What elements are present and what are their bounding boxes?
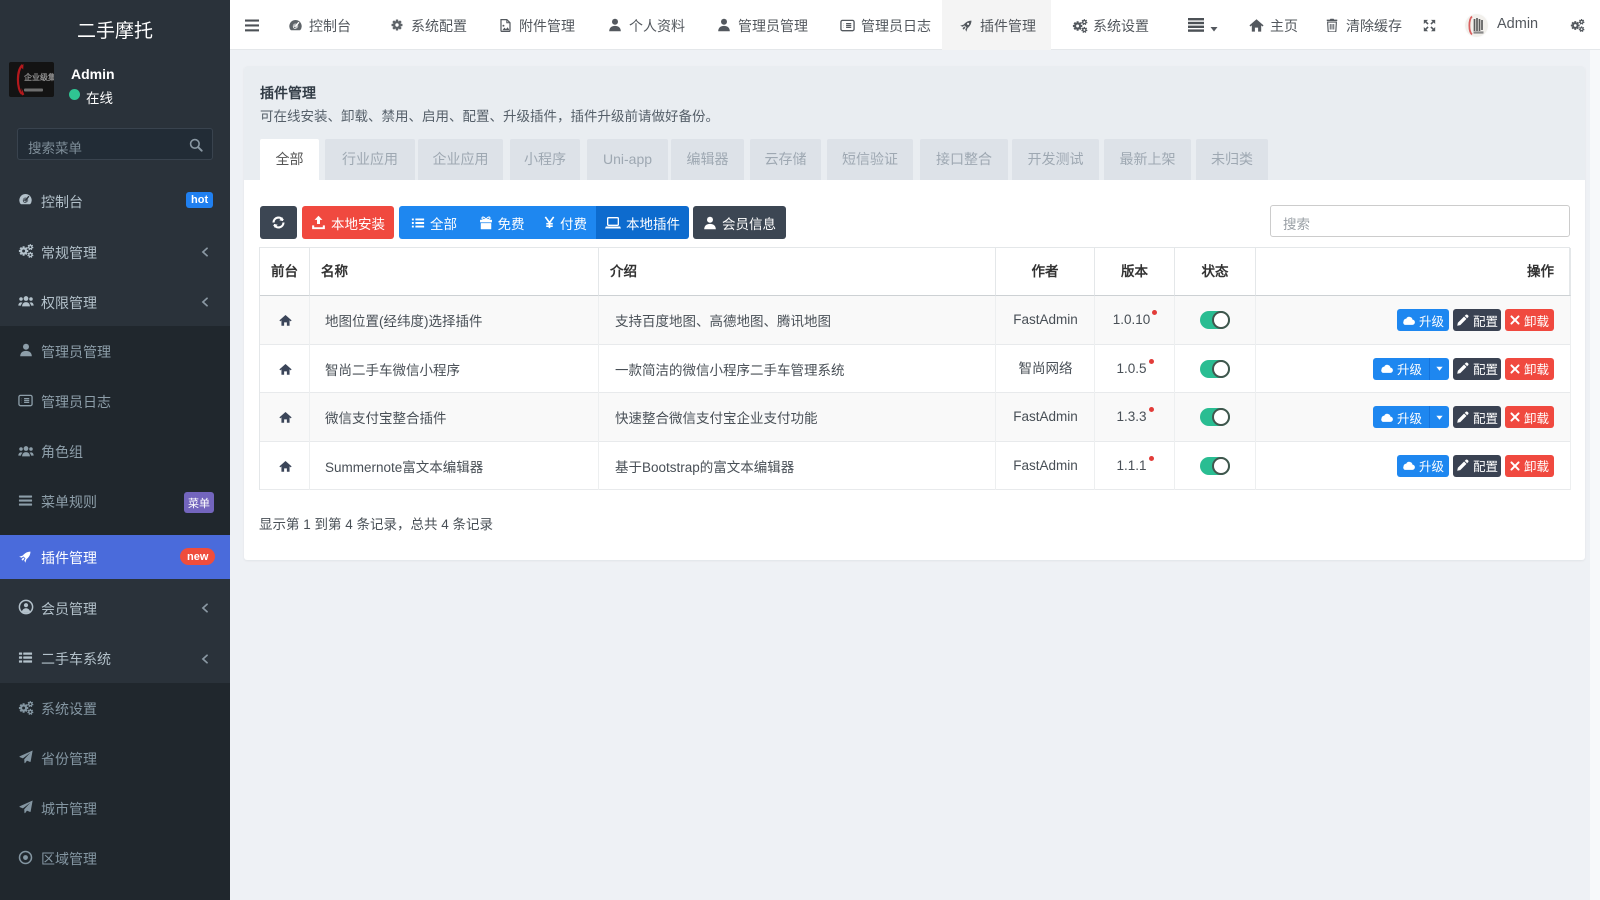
svg-text:企业级集群: 企业级集群 bbox=[23, 72, 54, 82]
